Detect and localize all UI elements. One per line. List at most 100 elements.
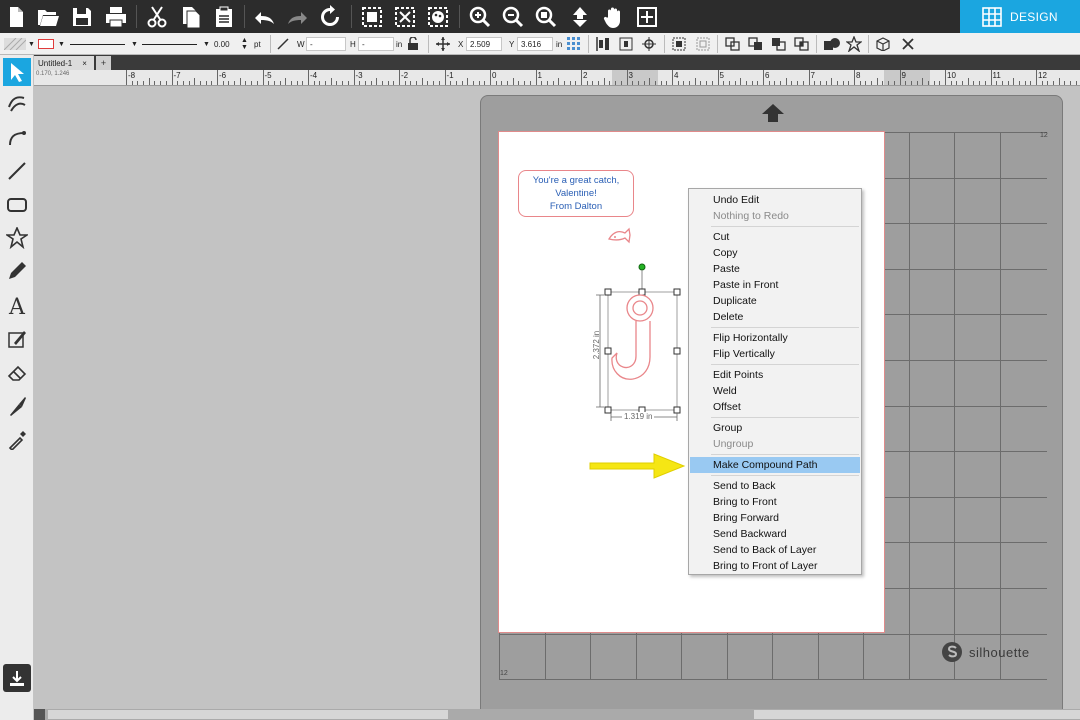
zoom-out-icon[interactable] [499, 3, 527, 30]
knife-tool-icon[interactable] [3, 392, 31, 420]
send-backward-icon[interactable] [794, 33, 810, 55]
line-color-dropdown-arrow[interactable]: ▼ [58, 33, 65, 55]
zoom-select-icon[interactable] [532, 3, 560, 30]
star-tool-icon[interactable] [3, 224, 31, 252]
line-width-value[interactable]: 0.00 [214, 33, 230, 55]
anchor-grid-icon[interactable] [567, 33, 581, 55]
ruler-subtick [381, 81, 383, 85]
eyedropper-tool-icon[interactable] [3, 425, 31, 453]
eraser-tool-icon[interactable] [3, 358, 31, 386]
height-input[interactable]: - [358, 37, 394, 51]
menu-item-flip-horizontally[interactable]: Flip Horizontally [690, 330, 860, 346]
copy-icon[interactable] [177, 3, 205, 30]
hook-selection[interactable]: 2.372 in 1.319 in [590, 260, 690, 430]
fill-pattern-swatch[interactable] [4, 33, 26, 55]
cut-icon[interactable] [143, 3, 171, 30]
menu-item-copy[interactable]: Copy [690, 245, 860, 261]
line-style-select[interactable]: ▼ [70, 33, 138, 55]
weld-icon[interactable] [823, 33, 841, 55]
pan-hand-icon[interactable] [600, 3, 628, 30]
center-page-icon[interactable] [619, 33, 633, 55]
sketch-tool-icon[interactable] [3, 325, 31, 353]
design-tab-button[interactable]: DESIGN [960, 0, 1080, 33]
open-folder-icon[interactable] [34, 3, 62, 30]
crosshair-icon[interactable] [642, 33, 656, 55]
pencil-tool-icon[interactable] [3, 257, 31, 285]
bring-front-icon[interactable] [748, 33, 764, 55]
menu-item-offset[interactable]: Offset [690, 399, 860, 415]
tab-close-icon[interactable]: × [82, 59, 87, 68]
zoom-in-icon[interactable] [466, 3, 494, 30]
ruler-subtick [1013, 78, 1015, 85]
line-tool-icon[interactable] [276, 33, 290, 55]
redo-icon[interactable] [284, 3, 312, 30]
y-position-input[interactable]: 3.616 [517, 37, 553, 51]
menu-item-send-to-back[interactable]: Send to Back [690, 478, 860, 494]
menu-item-edit-points[interactable]: Edit Points [690, 367, 860, 383]
add-tab-button[interactable]: + [96, 56, 111, 70]
tab-untitled-1[interactable]: Untitled-1 × [34, 56, 94, 70]
undo-icon[interactable] [250, 3, 278, 30]
move-icon[interactable] [566, 3, 594, 30]
3d-box-icon[interactable] [875, 33, 893, 55]
lock-aspect-icon[interactable] [407, 33, 419, 55]
select-all-icon[interactable] [358, 3, 386, 30]
ruler-subtick [603, 78, 605, 85]
line-color-swatch[interactable] [38, 33, 54, 55]
save-icon[interactable] [68, 3, 96, 30]
line-tool-icon[interactable] [3, 157, 31, 185]
ruler-subtick [586, 81, 588, 85]
ruler-subtick [615, 81, 617, 85]
ruler-subtick [660, 81, 662, 85]
new-document-icon[interactable] [2, 3, 30, 30]
menu-item-bring-to-front[interactable]: Bring to Front [690, 494, 860, 510]
menu-item-group[interactable]: Group [690, 420, 860, 436]
select-tool-icon[interactable] [3, 58, 31, 86]
menu-item-duplicate[interactable]: Duplicate [690, 293, 860, 309]
print-icon[interactable] [102, 3, 130, 30]
paste-icon[interactable] [210, 3, 238, 30]
fill-dropdown-arrow[interactable]: ▼ [28, 33, 35, 55]
send-back-icon[interactable] [725, 33, 741, 55]
menu-item-send-to-back-of-layer[interactable]: Send to Back of Layer [690, 542, 860, 558]
align-icon[interactable] [596, 33, 612, 55]
x-position-input[interactable]: 2.509 [466, 37, 502, 51]
menu-item-paste[interactable]: Paste [690, 261, 860, 277]
menu-item-bring-to-front-of-layer[interactable]: Bring to Front of Layer [690, 558, 860, 574]
scrollbar-thumb[interactable] [48, 710, 448, 719]
menu-item-bring-forward[interactable]: Bring Forward [690, 510, 860, 526]
close-x-icon[interactable] [901, 33, 915, 55]
point-edit-tool-icon[interactable] [3, 89, 31, 117]
menu-item-send-backward[interactable]: Send Backward [690, 526, 860, 542]
scroll-left-arrow-icon[interactable] [34, 709, 45, 720]
group-icon[interactable] [672, 33, 686, 55]
fit-page-icon[interactable] [633, 3, 661, 30]
menu-item-delete[interactable]: Delete [690, 309, 860, 325]
ruler-subtick [194, 78, 196, 85]
curve-tool-icon[interactable] [3, 122, 31, 150]
fish-shape-icon[interactable] [606, 226, 636, 253]
star-shape-icon[interactable] [846, 33, 862, 55]
menu-item-weld[interactable]: Weld [690, 383, 860, 399]
menu-item-cut[interactable]: Cut [690, 229, 860, 245]
ungroup-icon[interactable] [696, 33, 710, 55]
palette-icon[interactable] [424, 3, 452, 30]
menu-item-paste-in-front[interactable]: Paste in Front [690, 277, 860, 293]
ruler-subtick [393, 81, 395, 85]
bring-forward-icon[interactable] [771, 33, 787, 55]
menu-item-undo-edit[interactable]: Undo Edit [690, 192, 860, 208]
library-download-icon[interactable] [3, 664, 31, 692]
line-end-select[interactable]: ▼ [142, 33, 210, 55]
redraw-icon[interactable] [316, 3, 344, 30]
scrollbar-thumb-right[interactable] [754, 710, 1080, 719]
line-width-stepper[interactable]: ▲ ▼ [241, 33, 248, 55]
deselect-icon[interactable] [391, 3, 419, 30]
rectangle-tool-icon[interactable] [3, 191, 31, 219]
menu-item-make-compound-path[interactable]: Make Compound Path [690, 457, 860, 473]
horizontal-scrollbar[interactable] [34, 709, 1080, 720]
valentine-text-box[interactable]: You're a great catch, Valentine! From Da… [518, 170, 634, 217]
width-input[interactable]: - [306, 37, 346, 51]
text-tool-icon[interactable]: A [3, 291, 31, 319]
menu-item-flip-vertically[interactable]: Flip Vertically [690, 346, 860, 362]
position-move-icon[interactable] [436, 33, 450, 55]
